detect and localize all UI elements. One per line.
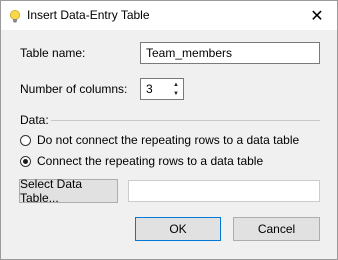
columns-stepper[interactable]: 3 ▲ ▼ [140, 78, 184, 100]
insert-table-dialog: Insert Data-Entry Table ✕ Table name: Nu… [0, 0, 338, 260]
window-title: Insert Data-Entry Table [27, 8, 150, 22]
title-bar: Insert Data-Entry Table ✕ [1, 1, 337, 30]
group-divider [51, 120, 320, 121]
spin-down-icon[interactable]: ▼ [170, 89, 182, 98]
cancel-button[interactable]: Cancel [233, 217, 320, 241]
columns-label: Number of columns: [20, 82, 128, 96]
radio-disconnect[interactable] [20, 135, 31, 146]
ok-button[interactable]: OK [135, 217, 221, 241]
radio-connect-label[interactable]: Connect the repeating rows to a data tab… [37, 154, 263, 169]
table-name-label: Table name: [20, 46, 86, 60]
data-group-label: Data: [20, 113, 49, 127]
select-data-table-button[interactable]: Select Data Table... [19, 177, 118, 205]
selected-table-field [128, 180, 320, 202]
radio-connect[interactable] [20, 156, 31, 167]
close-icon: ✕ [310, 7, 324, 25]
columns-value[interactable]: 3 [146, 82, 153, 97]
lightbulb-icon [10, 10, 20, 23]
table-name-input[interactable] [140, 42, 320, 64]
close-button[interactable]: ✕ [297, 1, 337, 30]
radio-disconnect-label[interactable]: Do not connect the repeating rows to a d… [37, 133, 299, 148]
spin-up-icon[interactable]: ▲ [170, 80, 182, 89]
